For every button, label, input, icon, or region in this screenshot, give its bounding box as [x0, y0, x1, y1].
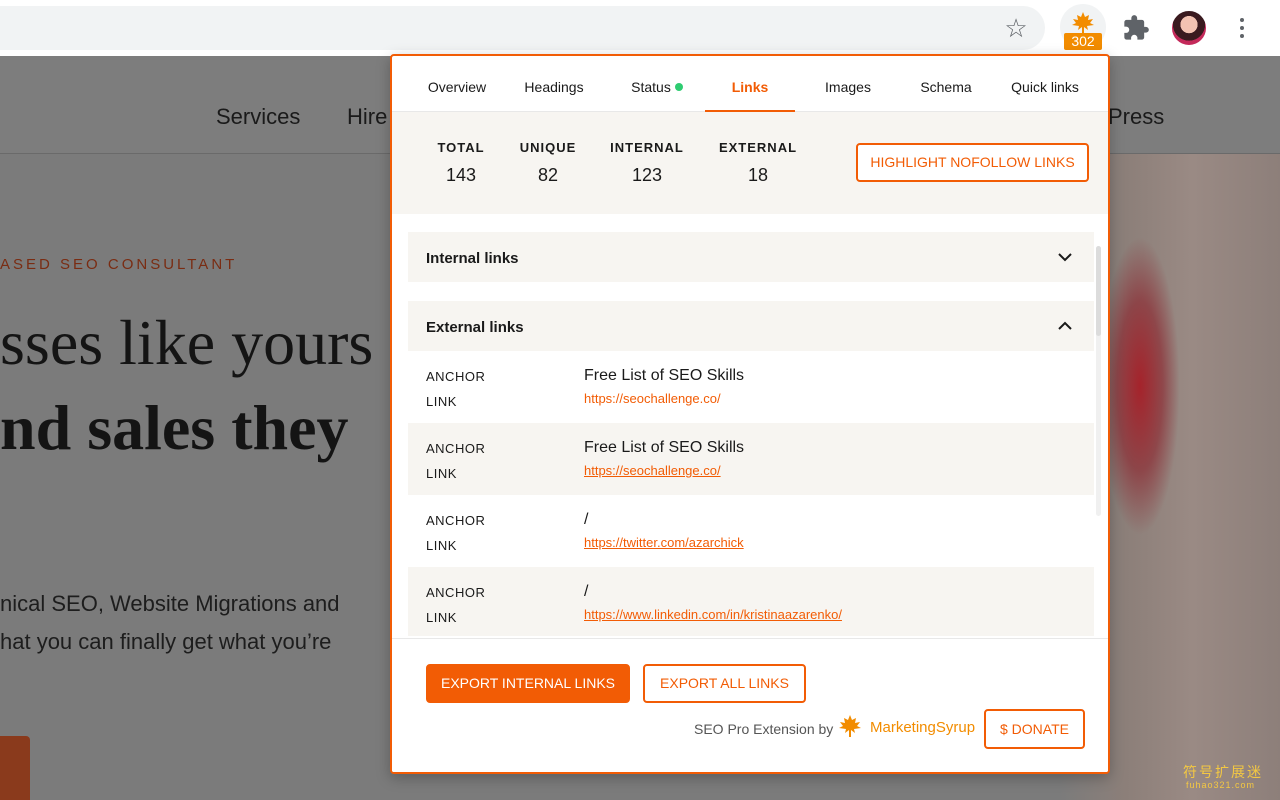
nav-services[interactable]: Services	[216, 104, 300, 130]
credit-text: SEO Pro Extension by	[694, 721, 834, 737]
stat-internal: INTERNAL 123	[607, 140, 687, 186]
anchor-label: ANCHOR	[426, 585, 486, 600]
anchor-text: /	[584, 583, 589, 600]
seo-pro-popup: Overview Headings Status Links Images Sc…	[390, 54, 1110, 774]
tab-label: Headings	[524, 79, 584, 95]
tab-overview[interactable]: Overview	[412, 56, 502, 112]
export-all-links-button[interactable]: EXPORT ALL LINKS	[643, 664, 806, 703]
tab-status[interactable]: Status	[614, 56, 700, 112]
list-item: ANCHOR LINK Free List of SEO Skills http…	[408, 351, 1094, 423]
brand-name[interactable]: MarketingSyrup	[870, 719, 975, 736]
tab-quick-links[interactable]: Quick links	[998, 56, 1092, 112]
tab-label: Images	[825, 79, 871, 95]
marketingsyrup-logo-icon[interactable]	[838, 715, 862, 737]
highlight-nofollow-button[interactable]: HIGHLIGHT NOFOLLOW LINKS	[856, 143, 1089, 182]
tab-label: Links	[731, 79, 769, 95]
hero-cta-button[interactable]	[0, 736, 30, 800]
browser-toolbar: ☆ 302	[0, 0, 1280, 56]
link-label: LINK	[426, 466, 457, 481]
tab-label: Quick links	[1011, 79, 1079, 95]
anchor-text: Free List of SEO Skills	[584, 367, 745, 384]
links-list[interactable]: Internal links External links ANCHOR LIN…	[408, 232, 1094, 636]
tab-label: Overview	[427, 79, 487, 95]
hero-headline-line-1: sses like yours g	[0, 307, 422, 378]
extensions-puzzle-icon[interactable]	[1122, 14, 1150, 42]
list-item: ANCHOR LINK Free List of SEO Skills http…	[408, 423, 1094, 495]
address-bar[interactable]	[0, 6, 1045, 50]
tab-schema[interactable]: Schema	[902, 56, 990, 112]
anchor-label: ANCHOR	[426, 513, 486, 528]
status-ok-dot-icon	[674, 83, 683, 91]
list-item: ANCHOR LINK / https://twitter.com/azarch…	[408, 495, 1094, 567]
stat-unique: UNIQUE 82	[516, 140, 580, 186]
hero-paragraph-line-2: hat you can finally get what you’re	[0, 629, 332, 654]
browser-menu-icon[interactable]	[1232, 14, 1252, 42]
popup-footer: EXPORT INTERNAL LINKS EXPORT ALL LINKS S…	[392, 638, 1108, 772]
stat-total: TOTAL 143	[432, 140, 490, 186]
extension-badge: 302	[1064, 33, 1102, 50]
stat-value: 18	[747, 165, 769, 185]
stat-label: INTERNAL	[610, 140, 684, 155]
link-url[interactable]: https://seochallenge.co/	[584, 391, 721, 406]
tab-label: Status	[631, 79, 671, 95]
link-label: LINK	[426, 610, 457, 625]
internal-links-accordion[interactable]: Internal links	[408, 232, 1094, 282]
nav-hire[interactable]: Hire	[347, 104, 387, 130]
link-stats: TOTAL 143 UNIQUE 82 INTERNAL 123 EXTERNA…	[392, 112, 1108, 214]
tab-headings[interactable]: Headings	[510, 56, 598, 112]
chevron-down-icon	[1058, 253, 1072, 262]
hero-kicker: ASED SEO CONSULTANT	[0, 256, 238, 273]
chevron-up-icon	[1058, 321, 1072, 330]
anchor-text: /	[584, 511, 589, 528]
external-links-accordion[interactable]: External links	[408, 301, 1094, 351]
nav-press[interactable]: Press	[1108, 104, 1164, 130]
export-internal-links-button[interactable]: EXPORT INTERNAL LINKS	[426, 664, 630, 703]
maple-leaf-icon	[1072, 12, 1094, 34]
link-url[interactable]: https://www.linkedin.com/in/kristinaazar…	[584, 607, 842, 622]
scrollbar-thumb[interactable]	[1096, 246, 1101, 336]
popup-tabs: Overview Headings Status Links Images Sc…	[392, 56, 1108, 112]
stat-label: UNIQUE	[519, 140, 577, 155]
hero-headline-line-2: nd sales they	[0, 392, 349, 463]
tab-links[interactable]: Links	[705, 56, 795, 112]
tab-images[interactable]: Images	[804, 56, 892, 112]
anchor-label: ANCHOR	[426, 441, 486, 456]
stat-external: EXTERNAL 18	[716, 140, 800, 186]
stat-label: TOTAL	[437, 140, 485, 155]
stat-value: 82	[537, 165, 559, 185]
link-url[interactable]: https://twitter.com/azarchick	[584, 535, 744, 550]
watermark-domain: fuhao321.com	[1186, 780, 1256, 790]
link-label: LINK	[426, 538, 457, 553]
accordion-title: External links	[426, 319, 524, 336]
anchor-label: ANCHOR	[426, 369, 486, 384]
list-item: ANCHOR LINK / https://www.linkedin.com/i…	[408, 567, 1094, 636]
stat-label: EXTERNAL	[718, 140, 798, 155]
donate-button[interactable]: $ DONATE	[984, 709, 1085, 749]
anchor-text: Free List of SEO Skills	[584, 439, 745, 456]
link-url[interactable]: https://seochallenge.co/	[584, 463, 721, 478]
profile-avatar[interactable]	[1170, 9, 1208, 47]
stat-value: 123	[631, 165, 663, 185]
hero-paragraph-line-1: nical SEO, Website Migrations and	[0, 591, 340, 616]
link-label: LINK	[426, 394, 457, 409]
accordion-title: Internal links	[426, 250, 519, 267]
bookmark-star-icon[interactable]: ☆	[1000, 12, 1032, 44]
tab-label: Schema	[920, 79, 972, 95]
hero-photo-detail	[1100, 236, 1180, 536]
stat-value: 143	[445, 165, 477, 185]
watermark-text: 符号扩展迷	[1183, 764, 1263, 780]
